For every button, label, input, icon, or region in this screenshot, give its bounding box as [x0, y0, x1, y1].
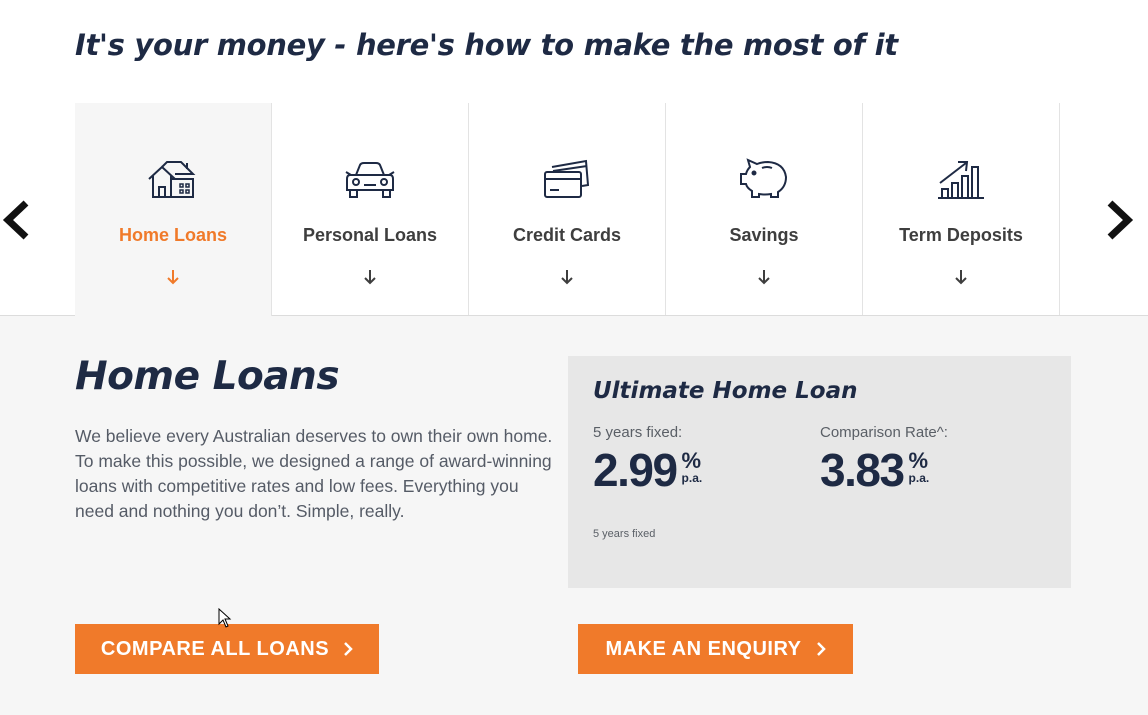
tab-label: Term Deposits — [899, 225, 1023, 245]
piggy-bank-icon — [666, 157, 862, 205]
car-icon — [272, 157, 468, 205]
credit-cards-icon — [469, 157, 665, 205]
product-tabs: Home Loans Personal Loans Credit Cards S… — [75, 103, 1060, 316]
rate-label: 5 years fixed: — [593, 424, 683, 441]
chevron-right-icon — [816, 642, 826, 656]
rate-value: 3.83 — [820, 444, 905, 496]
tab-credit-cards[interactable]: Credit Cards — [469, 103, 666, 315]
carousel-next-arrow[interactable] — [1102, 199, 1136, 241]
growth-chart-icon — [863, 157, 1059, 205]
tab-label: Savings — [729, 225, 799, 245]
house-icon — [75, 157, 271, 205]
arrow-down-icon — [863, 269, 1059, 285]
tab-savings[interactable]: Savings — [666, 103, 863, 315]
fixed-rate: 5 years fixed: 2.99 % p.a. — [593, 424, 702, 493]
product-panel: Home Loans We believe every Australian d… — [0, 316, 1148, 715]
arrow-down-icon — [272, 269, 468, 285]
rate-percent: % — [681, 448, 702, 473]
rate-value: 2.99 — [593, 444, 678, 496]
rate-footnote: 5 years fixed — [593, 528, 656, 540]
mouse-cursor-icon — [218, 607, 232, 632]
arrow-down-icon — [469, 269, 665, 285]
rate-period: p.a. — [681, 471, 703, 485]
section-title: Home Loans — [75, 354, 340, 399]
tab-personal-loans[interactable]: Personal Loans — [272, 103, 469, 315]
button-label: MAKE AN ENQUIRY — [605, 637, 802, 660]
tab-label: Credit Cards — [512, 225, 622, 245]
page-heading: It's your money - here's how to make the… — [75, 28, 898, 62]
arrow-down-icon — [666, 269, 862, 285]
card-title: Ultimate Home Loan — [593, 378, 858, 404]
tab-term-deposits[interactable]: Term Deposits — [863, 103, 1060, 315]
carousel-prev-arrow[interactable] — [0, 199, 34, 241]
rate-period: p.a. — [908, 471, 930, 485]
tab-home-loans[interactable]: Home Loans — [75, 103, 272, 316]
rate-percent: % — [908, 448, 929, 473]
comparison-rate: Comparison Rate^: 3.83 % p.a. — [820, 424, 948, 493]
rate-label: Comparison Rate^: — [820, 424, 948, 441]
chevron-right-icon — [344, 642, 353, 656]
rate-card: Ultimate Home Loan 5 years fixed: 2.99 %… — [568, 356, 1071, 588]
button-label: COMPARE ALL LOANS — [100, 637, 330, 660]
section-description: We believe every Australian deserves to … — [75, 426, 553, 521]
arrow-down-icon — [75, 269, 271, 285]
make-enquiry-button[interactable]: MAKE AN ENQUIRY — [578, 624, 853, 674]
tab-label: Personal Loans — [302, 225, 438, 245]
tab-label: Home Loans — [118, 225, 228, 245]
product-carousel: Home Loans Personal Loans Credit Cards S… — [0, 103, 1148, 316]
